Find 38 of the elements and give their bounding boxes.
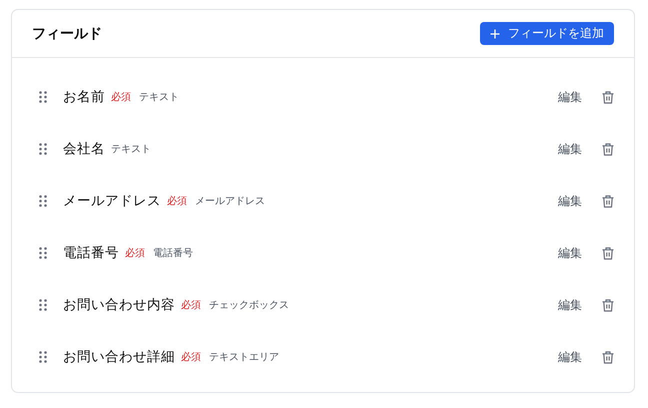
trash-icon[interactable] [602,90,614,104]
trash-icon[interactable] [602,350,614,364]
edit-button[interactable]: 編集 [558,88,582,106]
field-name: 会社名 [63,140,105,158]
edit-button[interactable]: 編集 [558,244,582,262]
required-label: 必須 [181,350,201,364]
drag-handle-icon[interactable] [39,143,47,155]
drag-handle-icon[interactable] [39,351,47,363]
trash-icon[interactable] [602,298,614,312]
plus-icon [490,28,500,38]
field-type: メールアドレス [195,195,265,208]
drag-handle-icon[interactable] [39,91,47,103]
field-name: 電話番号 [63,244,119,262]
edit-button[interactable]: 編集 [558,348,582,366]
required-label: 必須 [181,298,201,312]
field-type: テキストエリア [209,351,279,364]
drag-handle-icon[interactable] [39,247,47,259]
edit-button[interactable]: 編集 [558,192,582,210]
field-name: メールアドレス [63,192,161,210]
edit-button[interactable]: 編集 [558,140,582,158]
drag-handle-icon[interactable] [39,299,47,311]
required-label: 必須 [125,246,145,260]
trash-icon[interactable] [602,246,614,260]
field-name: お名前 [63,88,105,106]
field-type: テキスト [111,143,151,156]
field-type: テキスト [139,91,179,104]
panel-title: フィールド [32,24,102,42]
field-type: 電話番号 [153,246,193,260]
field-name: お問い合わせ内容 [63,296,175,314]
required-label: 必須 [111,90,131,104]
add-field-button[interactable]: フィールドを追加 [480,22,614,45]
edit-button[interactable]: 編集 [558,296,582,314]
field-type: チェックボックス [209,299,289,312]
trash-icon[interactable] [602,194,614,208]
required-label: 必須 [167,194,187,208]
field-name: お問い合わせ詳細 [63,348,175,366]
drag-handle-icon[interactable] [39,195,47,207]
trash-icon[interactable] [602,142,614,156]
